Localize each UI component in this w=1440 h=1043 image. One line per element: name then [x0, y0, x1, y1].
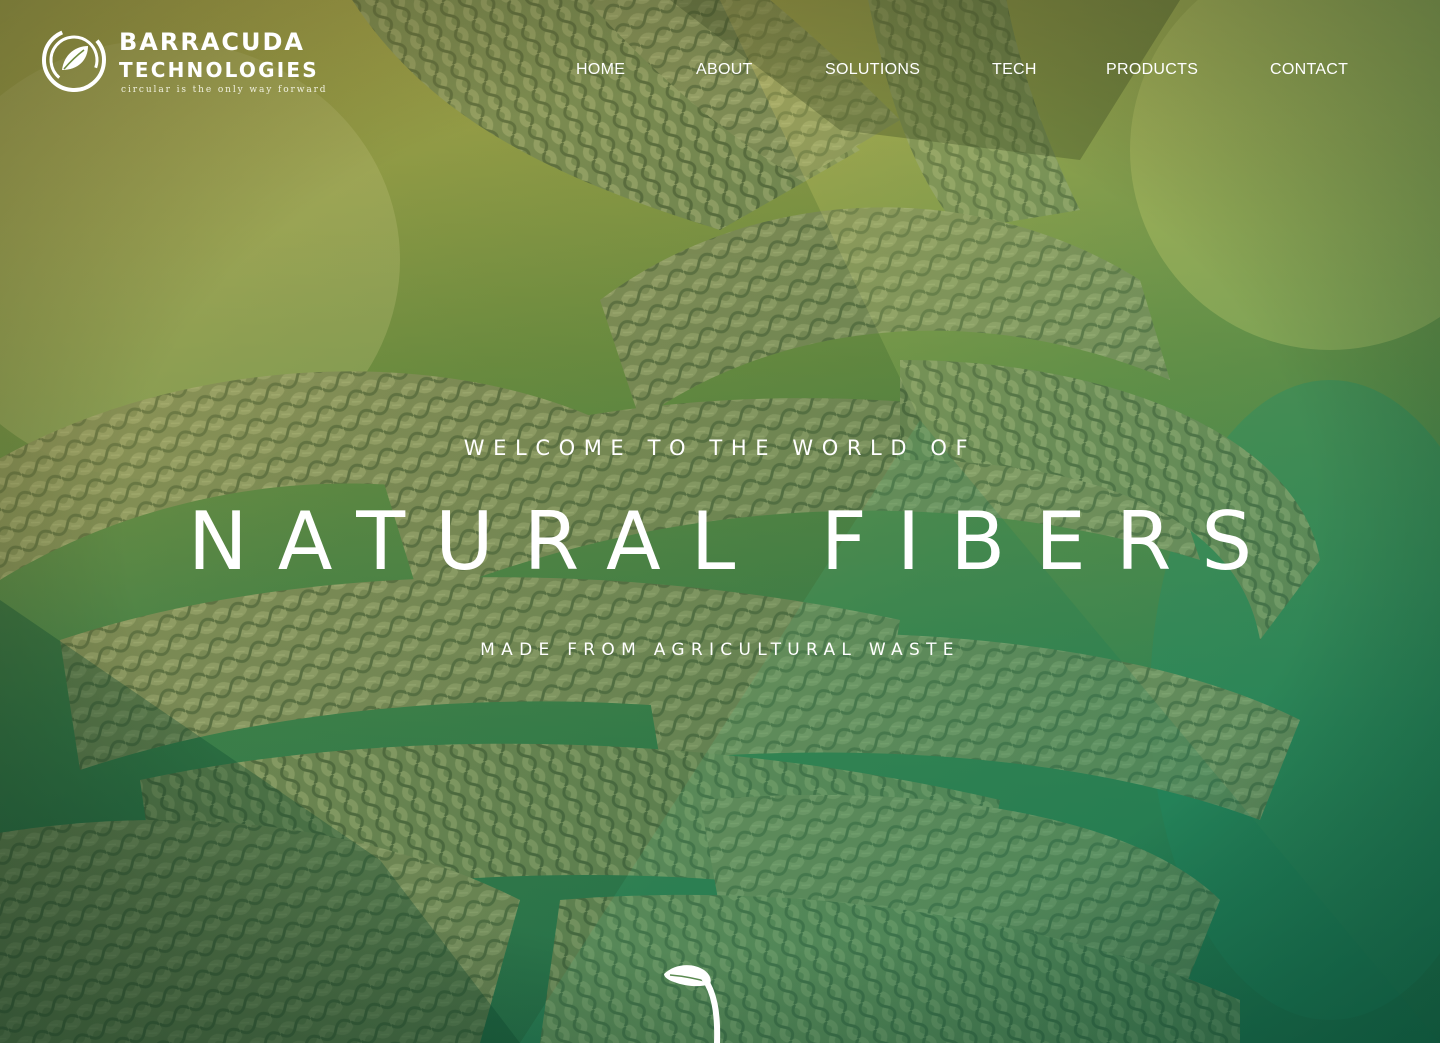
- nav-home-link[interactable]: HOME: [576, 61, 625, 79]
- hero-eyebrow: WELCOME TO THE WORLD OF: [463, 436, 977, 460]
- nav-products-link[interactable]: PRODUCTS: [1106, 61, 1198, 79]
- nav-about-link[interactable]: ABOUT: [696, 61, 753, 79]
- brand-tagline: circular is the only way forward: [121, 85, 328, 95]
- hero-section: BARRACUDA TECHNOLOGIES circular is the o…: [0, 0, 1440, 1043]
- hero-subtitle: MADE FROM AGRICULTURAL WASTE: [480, 640, 960, 660]
- brand-name-line1: BARRACUDA: [119, 28, 305, 56]
- sprout-icon[interactable]: [660, 962, 726, 1043]
- nav-tech-link[interactable]: TECH: [992, 61, 1037, 79]
- hero-title: NATURAL FIBERS: [187, 495, 1283, 588]
- nav-solutions-link[interactable]: SOLUTIONS: [825, 61, 920, 79]
- nav-contact-link[interactable]: CONTACT: [1270, 61, 1348, 79]
- main-navigation: HOME ABOUT SOLUTIONS TECH PRODUCTS CONTA…: [0, 61, 1440, 85]
